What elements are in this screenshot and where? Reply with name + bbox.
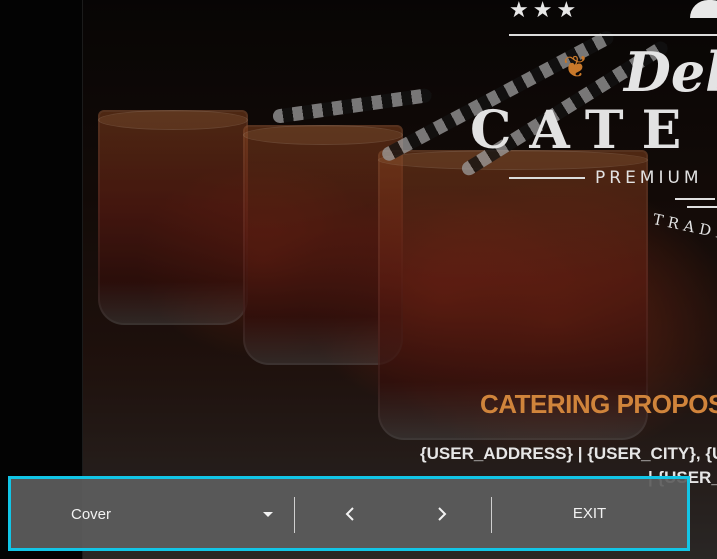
proposal-title: CATERING PROPOS <box>480 389 717 419</box>
logo-ornament <box>675 198 715 200</box>
catering-logo: ★★★ ❦ Del CATE PREMIUM TRADI <box>0 0 717 260</box>
logo-ornament <box>687 206 717 208</box>
logo-script-title: Del <box>624 40 717 104</box>
dropdown-caret-icon <box>263 512 273 517</box>
previous-page-button[interactable] <box>306 479 396 548</box>
logo-subtitle-text: PREMIUM <box>595 168 703 188</box>
chevron-left-icon <box>345 506 354 521</box>
presentation-toolbar: Cover EXIT <box>8 476 690 551</box>
logo-subtitle: PREMIUM <box>509 168 703 188</box>
logo-main-title: CATE <box>470 100 700 161</box>
address-line: {USER_ADDRESS} | {USER_CITY}, {US <box>420 444 717 463</box>
toolbar-divider <box>294 497 295 533</box>
rating-stars-icon: ★★★ <box>509 0 581 23</box>
page-select-dropdown[interactable]: Cover <box>11 479 294 548</box>
next-page-button[interactable] <box>396 479 486 548</box>
leaf-icon: ❦ <box>563 50 589 85</box>
logo-divider <box>509 34 717 36</box>
exit-button[interactable]: EXIT <box>492 479 687 548</box>
page-select-value: Cover <box>71 506 112 523</box>
chevron-right-icon <box>438 506 447 521</box>
